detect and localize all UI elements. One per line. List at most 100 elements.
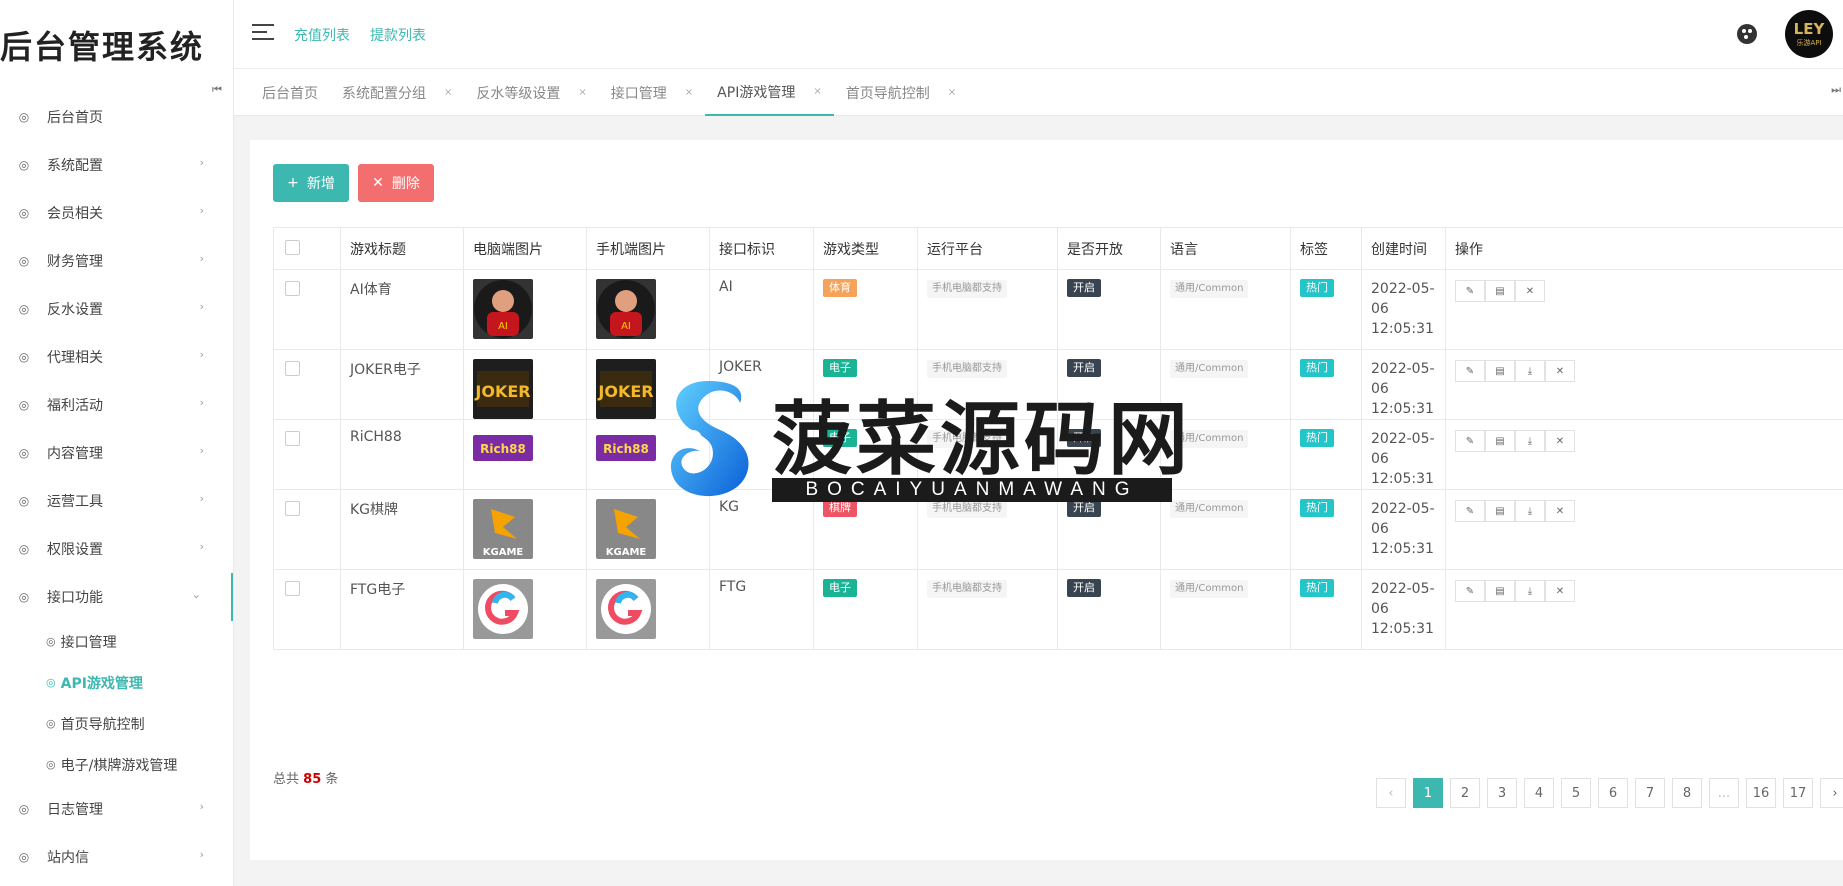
edit-icon[interactable]: ✎	[1455, 360, 1485, 382]
sidebar-item[interactable]: ◎ 财务管理 ›	[0, 237, 233, 285]
actions-cell: ✎ ▤ ✕	[1445, 269, 1843, 350]
tabs-scroll-left-icon[interactable]: ⏮	[212, 83, 222, 97]
document-icon[interactable]: ▤	[1485, 580, 1515, 602]
select-all-checkbox[interactable]	[285, 240, 300, 255]
page-button[interactable]: 3	[1487, 778, 1517, 808]
tab-close-icon[interactable]: ×	[685, 87, 693, 98]
page-button[interactable]: 8	[1672, 778, 1702, 808]
document-icon[interactable]: ▤	[1485, 280, 1515, 302]
sidebar-item[interactable]: ◎ 反水设置 ›	[0, 285, 233, 333]
page-tab[interactable]: 后台首页	[250, 69, 330, 116]
tab-close-icon[interactable]: ×	[578, 87, 586, 98]
sidebar-item[interactable]: ◎ 站内信 ›	[0, 833, 233, 881]
page-button[interactable]: 17	[1783, 778, 1813, 808]
api-id: KG	[709, 489, 814, 570]
page-tabs: 后台首页 系统配置分组 × 反水等级设置 × 接口管理 × API游戏管理 × 首页导航控制 ×	[250, 69, 968, 116]
page-button[interactable]: 4	[1524, 778, 1554, 808]
tab-close-icon[interactable]: ×	[813, 86, 821, 97]
page-button[interactable]: 16	[1746, 778, 1776, 808]
sidebar-item[interactable]: ◎ 内容管理 ›	[0, 429, 233, 477]
edit-icon[interactable]: ✎	[1455, 580, 1485, 602]
edit-icon[interactable]: ✎	[1455, 430, 1485, 452]
tabs-scroll-right-icon[interactable]: ⏭	[1831, 83, 1841, 97]
close-icon[interactable]: ✕	[1545, 430, 1575, 452]
sidebar-item[interactable]: ◎ 接口功能 ⌄	[0, 573, 233, 621]
sidebar-item[interactable]: ◎ 系统配置 ›	[0, 141, 233, 189]
add-button[interactable]: + 新增	[273, 164, 349, 202]
sidebar-item[interactable]: ◎ 代理相关 ›	[0, 333, 233, 381]
col-header-pc-image: 电脑端图片	[463, 227, 587, 270]
menu-toggle-icon[interactable]	[252, 24, 274, 40]
game-type-badge: 体育	[823, 279, 857, 297]
mobile-image-cell: JOKER	[586, 349, 710, 420]
tab-close-icon[interactable]: ×	[444, 87, 452, 98]
sidebar-item[interactable]: ◎ 运营工具 ›	[0, 477, 233, 525]
row-select-cell	[273, 489, 341, 570]
close-icon[interactable]: ✕	[1545, 500, 1575, 522]
row-checkbox[interactable]	[285, 361, 300, 376]
tab-close-icon[interactable]: ×	[948, 87, 956, 98]
sidebar-subitem[interactable]: ◎ 电子/棋牌游戏管理	[46, 744, 233, 785]
page-button[interactable]: 5	[1561, 778, 1591, 808]
game-title: RiCH88	[340, 419, 464, 490]
chevron-right-icon: ›	[199, 156, 204, 169]
col-header-open: 是否开放	[1057, 227, 1161, 270]
close-icon[interactable]: ✕	[1545, 360, 1575, 382]
page-button[interactable]: 1	[1413, 778, 1443, 808]
sidebar-item[interactable]: ◎ 后台首页	[0, 93, 233, 141]
download-icon[interactable]: ⤓	[1515, 580, 1545, 602]
delete-button[interactable]: ✕ 删除	[358, 164, 434, 202]
svg-text:KGAME: KGAME	[483, 547, 524, 558]
page-tab[interactable]: 接口管理 ×	[599, 69, 705, 116]
table-row: KG棋牌 KGAME KGAME KG 棋牌 手机电脑都支持 开启 通用/Common 热门 20…	[273, 489, 1843, 570]
chevron-right-icon: ›	[199, 800, 204, 813]
edit-icon[interactable]: ✎	[1455, 500, 1485, 522]
theme-palette-icon[interactable]	[1737, 24, 1757, 44]
edit-icon[interactable]: ✎	[1455, 280, 1485, 302]
sidebar-item[interactable]: ◎ 会员相关 ›	[0, 189, 233, 237]
document-icon[interactable]: ▤	[1485, 500, 1515, 522]
page-button[interactable]: 6	[1598, 778, 1628, 808]
page-button[interactable]: 7	[1635, 778, 1665, 808]
sidebar-subitem[interactable]: ◎ API游戏管理	[46, 662, 233, 703]
table-row: RiCH88 Rich88 Rich88 电子 手机电脑都支持 开启 通用/Common 热门…	[273, 419, 1843, 490]
avatar[interactable]: LEY 乐游API	[1785, 10, 1833, 58]
page-tab[interactable]: 首页导航控制 ×	[834, 69, 968, 116]
circle-icon: ◎	[46, 758, 56, 771]
sidebar-item[interactable]: ◎ 权限设置 ›	[0, 525, 233, 573]
page-prev-button[interactable]: ‹	[1376, 778, 1406, 808]
sidebar-item[interactable]: ◎ 福利活动 ›	[0, 381, 233, 429]
row-checkbox[interactable]	[285, 431, 300, 446]
close-icon: ✕	[372, 175, 384, 191]
row-checkbox[interactable]	[285, 581, 300, 596]
page-tab[interactable]: 反水等级设置 ×	[464, 69, 598, 116]
page-button[interactable]: 2	[1450, 778, 1480, 808]
sidebar-subitem[interactable]: ◎ 首页导航控制	[46, 703, 233, 744]
open-status-badge: 开启	[1067, 279, 1101, 297]
sidebar-subitem[interactable]: ◎ 接口管理	[46, 621, 233, 662]
row-checkbox[interactable]	[285, 281, 300, 296]
chevron-right-icon: ›	[199, 204, 204, 217]
page-next-button[interactable]: ›	[1820, 778, 1843, 808]
platform-cell: 手机电脑都支持	[917, 349, 1058, 420]
link-recharge-list[interactable]: 充值列表	[294, 25, 350, 45]
page-tab[interactable]: API游戏管理 ×	[705, 69, 834, 116]
document-icon[interactable]: ▤	[1485, 430, 1515, 452]
download-icon[interactable]: ⤓	[1515, 430, 1545, 452]
circle-icon: ◎	[18, 254, 30, 268]
row-actions: ✎ ▤ ⤓ ✕	[1455, 500, 1843, 522]
download-icon[interactable]: ⤓	[1515, 360, 1545, 382]
link-withdraw-list[interactable]: 提款列表	[370, 25, 426, 45]
close-icon[interactable]: ✕	[1515, 280, 1545, 302]
sidebar-subitem-label: 电子/棋牌游戏管理	[60, 757, 178, 774]
document-icon[interactable]: ▤	[1485, 360, 1515, 382]
svg-text:Rich88: Rich88	[603, 442, 649, 456]
platform-tag: 手机电脑都支持	[927, 360, 1007, 378]
row-actions: ✎ ▤ ⤓ ✕	[1455, 360, 1843, 382]
actions-cell: ✎ ▤ ⤓ ✕	[1445, 569, 1843, 650]
page-tab[interactable]: 系统配置分组 ×	[330, 69, 464, 116]
row-checkbox[interactable]	[285, 501, 300, 516]
download-icon[interactable]: ⤓	[1515, 500, 1545, 522]
close-icon[interactable]: ✕	[1545, 580, 1575, 602]
sidebar-item[interactable]: ◎ 日志管理 ›	[0, 785, 233, 833]
